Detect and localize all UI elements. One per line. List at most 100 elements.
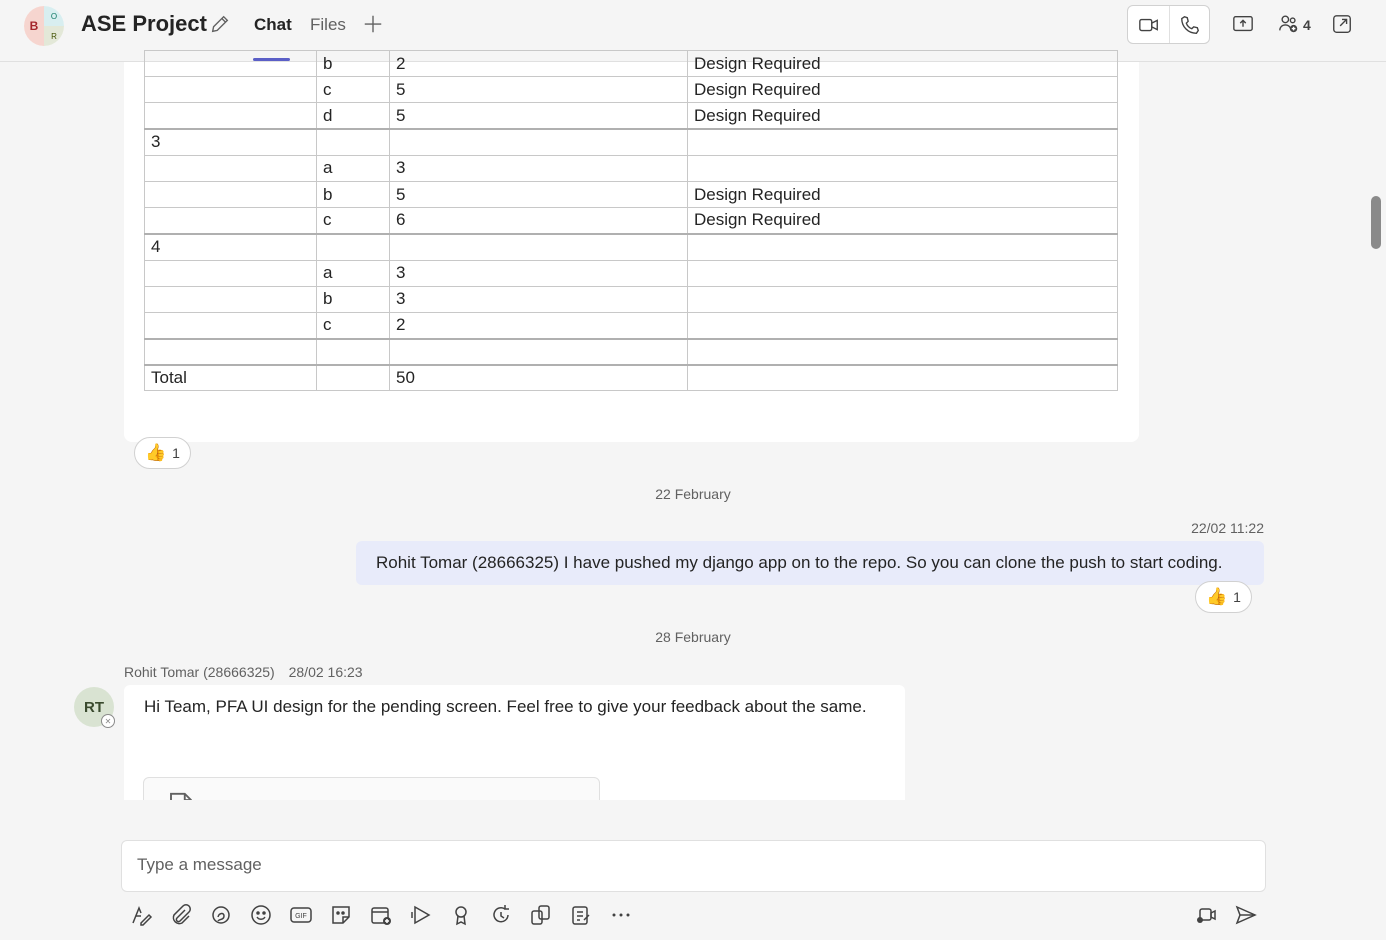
update-icon[interactable]	[489, 903, 513, 927]
add-tab-icon[interactable]	[362, 13, 384, 35]
table-cell: d	[316, 102, 390, 130]
praise-icon[interactable]	[449, 903, 473, 927]
video-call-icon[interactable]	[1138, 14, 1160, 36]
table-row	[144, 337, 1118, 366]
their-message-bubble[interactable]: Hi Team, PFA UI design for the pending s…	[124, 685, 905, 800]
loop-icon[interactable]	[209, 903, 233, 927]
table-row: 4	[144, 232, 1118, 261]
message-timestamp: 28/02 16:23	[288, 664, 363, 680]
reaction-pill[interactable]: 👍 1	[1195, 581, 1252, 613]
table-cell	[316, 337, 390, 366]
table-row: b 2 Design Required	[144, 49, 1118, 78]
participant-count: 4	[1303, 17, 1311, 33]
tab-files[interactable]: Files	[310, 15, 346, 35]
table-cell: 5	[389, 180, 688, 209]
table-cell	[144, 337, 317, 366]
table-cell: Design Required	[687, 76, 1118, 104]
send-icon[interactable]	[1234, 903, 1258, 927]
sticker-icon[interactable]	[329, 903, 353, 927]
emoji-icon[interactable]	[249, 903, 273, 927]
table-row: c 5 Design Required	[144, 76, 1118, 104]
reaction-count: 1	[1233, 589, 1241, 605]
table-cell	[316, 128, 390, 156]
share-screen-icon[interactable]	[1232, 13, 1254, 35]
table-cell	[687, 232, 1118, 261]
avatar-initial-o: O	[44, 6, 64, 26]
table-cell	[144, 285, 317, 313]
table-cell	[687, 363, 1118, 392]
table-cell	[144, 207, 317, 235]
date-separator: 22 February	[655, 486, 731, 502]
table-row: a3	[144, 259, 1118, 287]
date-separator: 28 February	[655, 629, 731, 645]
table-cell	[144, 154, 317, 182]
audio-call-icon[interactable]	[1179, 14, 1201, 36]
video-clip-icon[interactable]	[1194, 903, 1218, 927]
table-cell	[144, 49, 317, 78]
table-cell: Design Required	[687, 180, 1118, 209]
table-row: a3	[144, 154, 1118, 182]
table-cell	[687, 285, 1118, 313]
table-cell: 3	[389, 285, 688, 313]
message-text: Rohit Tomar (28666325) I have pushed my …	[376, 553, 1223, 572]
popout-icon[interactable]	[1331, 13, 1353, 35]
more-options-icon[interactable]	[609, 903, 633, 927]
table-cell	[687, 128, 1118, 156]
thumbs-up-icon: 👍	[1206, 587, 1228, 606]
table-row: Total 50	[144, 363, 1118, 392]
table-cell: Design Required	[687, 207, 1118, 235]
table-cell	[144, 180, 317, 209]
table-cell: 3	[389, 154, 688, 182]
table-cell: Total	[144, 363, 317, 392]
file-icon	[166, 790, 196, 800]
table-row: c 6 Design Required	[144, 207, 1118, 235]
table-cell	[144, 102, 317, 130]
attach-icon[interactable]	[169, 903, 193, 927]
apps-icon[interactable]	[529, 903, 553, 927]
chat-title: ASE Project	[81, 11, 207, 36]
data-table: b 2 Design Required c 5 Design Required d 5 Desi…	[144, 49, 1118, 392]
edit-pencil-icon[interactable]	[209, 13, 231, 35]
table-cell: Design Required	[687, 102, 1118, 130]
add-people-icon[interactable]	[1278, 13, 1300, 35]
table-row: c2	[144, 311, 1118, 340]
table-row: d 5 Design Required	[144, 102, 1118, 130]
message-timestamp: 22/02 11:22	[1191, 520, 1264, 536]
tab-chat[interactable]: Chat	[254, 15, 292, 35]
table-cell: 6	[389, 207, 688, 235]
scrollbar-thumb[interactable]	[1371, 196, 1381, 249]
table-cell: b	[316, 49, 390, 78]
table-cell: 2	[389, 49, 688, 78]
compose-box	[121, 840, 1266, 892]
table-cell	[144, 259, 317, 287]
reaction-count: 1	[172, 445, 180, 461]
table-cell	[687, 311, 1118, 340]
table-cell: 3	[144, 128, 317, 156]
message-meta: Rohit Tomar (28666325) 28/02 16:23	[124, 664, 373, 680]
format-icon[interactable]	[129, 903, 153, 927]
message-card-table: b 2 Design Required c 5 Design Required d 5 Desi…	[124, 49, 1139, 442]
presence-offline-icon: ✕	[101, 714, 115, 728]
group-avatar[interactable]: B O R	[24, 6, 64, 46]
table-cell	[389, 232, 688, 261]
table-cell: b	[316, 285, 390, 313]
avatar-initial-b: B	[24, 6, 44, 46]
my-message-bubble[interactable]: Rohit Tomar (28666325) I have pushed my …	[356, 541, 1264, 585]
table-cell	[144, 311, 317, 340]
file-attachment[interactable]	[143, 777, 600, 800]
stream-icon[interactable]	[409, 903, 433, 927]
clipboard-icon[interactable]	[569, 903, 593, 927]
reaction-pill[interactable]: 👍 1	[134, 437, 191, 469]
table-row: b3	[144, 285, 1118, 313]
table-cell	[687, 337, 1118, 366]
table-cell: 5	[389, 102, 688, 130]
sender-name: Rohit Tomar (28666325)	[124, 664, 275, 680]
table-cell: 2	[389, 311, 688, 340]
table-cell	[316, 232, 390, 261]
table-cell: 3	[389, 259, 688, 287]
schedule-meeting-icon[interactable]	[369, 903, 393, 927]
message-input[interactable]	[137, 855, 1237, 875]
gif-icon[interactable]: GIF	[289, 903, 313, 927]
table-cell: c	[316, 76, 390, 104]
message-text: Hi Team, PFA UI design for the pending s…	[144, 697, 867, 716]
